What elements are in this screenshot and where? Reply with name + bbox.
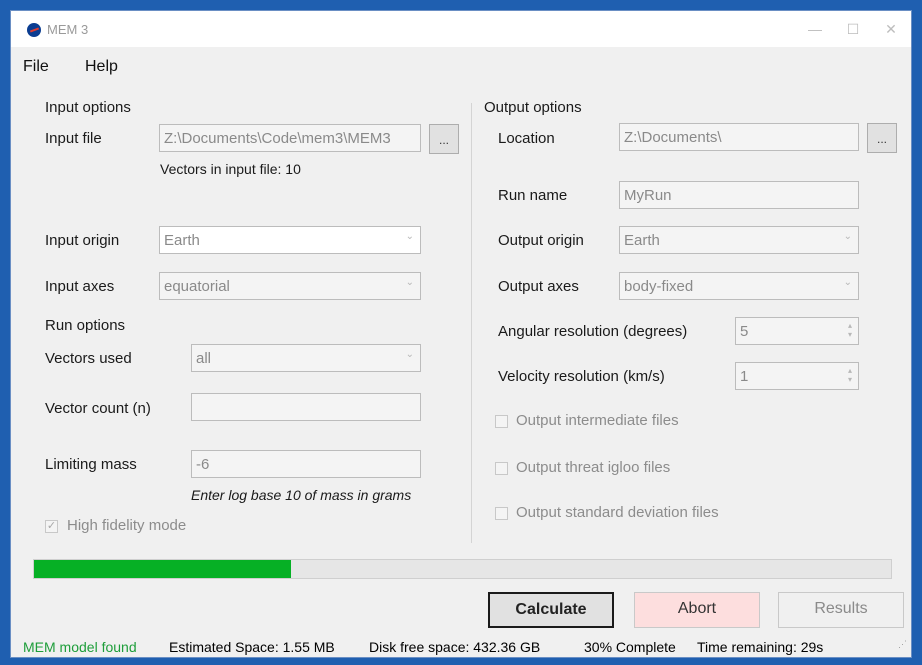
location-field[interactable]: Z:\Documents\ (619, 123, 859, 151)
input-axes-value: equatorial (164, 278, 230, 295)
intermediate-files-checkbox[interactable] (495, 415, 508, 428)
igloo-files-label: Output threat igloo files (516, 459, 671, 476)
input-origin-select[interactable]: Earth ⌄ (159, 226, 421, 254)
input-file-field[interactable]: Z:\Documents\Code\mem3\MEM3 (159, 124, 421, 152)
high-fidelity-label: High fidelity mode (67, 517, 187, 534)
input-axes-select[interactable]: equatorial ⌄ (159, 272, 421, 300)
output-axes-select[interactable]: body-fixed ⌄ (619, 272, 859, 300)
output-origin-label: Output origin (498, 232, 584, 249)
chevron-down-icon: ⌄ (405, 277, 414, 288)
run-options-heading: Run options (45, 317, 126, 334)
run-name-field[interactable]: MyRun (619, 181, 859, 209)
resize-grip-icon[interactable]: ⋰ (898, 639, 907, 650)
vector-count-field[interactable] (191, 393, 421, 421)
location-label: Location (498, 130, 555, 147)
progress-bar (33, 559, 892, 579)
velocity-resolution-value: 1 (740, 368, 749, 385)
progress-fill (34, 560, 292, 578)
input-axes-label: Input axes (45, 278, 115, 295)
nasa-logo-icon (27, 23, 41, 37)
status-model: MEM model found (23, 639, 137, 655)
section-divider (471, 103, 472, 543)
status-bar: MEM model found Estimated Space: 1.55 MB… (11, 635, 911, 657)
input-file-label: Input file (45, 130, 102, 147)
spin-arrows-icon[interactable]: ▴ ▾ (848, 366, 852, 384)
angular-resolution-spinner[interactable]: 5 ▴ ▾ (735, 317, 859, 345)
chevron-down-icon: ⌄ (405, 349, 414, 360)
velocity-resolution-spinner[interactable]: 1 ▴ ▾ (735, 362, 859, 390)
status-space: Estimated Space: 1.55 MB (169, 639, 335, 655)
vector-count-label: Vector count (n) (45, 400, 151, 417)
stddev-files-checkbox[interactable] (495, 507, 508, 520)
abort-button[interactable]: Abort (634, 592, 760, 628)
mass-hint: Enter log base 10 of mass in grams (191, 487, 412, 503)
chevron-down-icon: ⌄ (843, 277, 852, 288)
chevron-down-icon: ⌄ (843, 231, 852, 242)
igloo-files-checkbox[interactable] (495, 462, 508, 475)
intermediate-files-label: Output intermediate files (516, 412, 679, 429)
vectors-used-label: Vectors used (45, 350, 132, 367)
spin-arrows-icon[interactable]: ▴ ▾ (848, 321, 852, 339)
menu-file[interactable]: File (23, 58, 49, 76)
vectors-used-select[interactable]: all ⌄ (191, 344, 421, 372)
output-origin-select[interactable]: Earth ⌄ (619, 226, 859, 254)
location-browse-button[interactable]: ... (867, 123, 897, 153)
output-options-heading: Output options (484, 99, 582, 116)
run-name-label: Run name (498, 187, 568, 204)
input-origin-label: Input origin (45, 232, 120, 249)
input-origin-value: Earth (164, 232, 200, 249)
output-axes-value: body-fixed (624, 278, 694, 295)
menu-bar: File Help (11, 51, 911, 77)
check-icon: ✓ (46, 520, 57, 532)
status-disk: Disk free space: 432.36 GB (369, 639, 541, 655)
title-bar: MEM 3 — ☐ ✕ (11, 11, 911, 47)
close-button[interactable]: ✕ (873, 17, 909, 41)
app-window: MEM 3 — ☐ ✕ File Help Input options Inpu… (10, 10, 912, 658)
limiting-mass-field[interactable]: -6 (191, 450, 421, 478)
high-fidelity-checkbox[interactable]: ✓ (45, 520, 58, 533)
angular-resolution-value: 5 (740, 323, 749, 340)
stddev-files-label: Output standard deviation files (516, 504, 719, 521)
output-origin-value: Earth (624, 232, 660, 249)
angular-resolution-label: Angular resolution (degrees) (498, 323, 688, 340)
calculate-button[interactable]: Calculate (488, 592, 614, 628)
chevron-down-icon: ⌄ (405, 231, 414, 242)
velocity-resolution-label: Velocity resolution (km/s) (498, 368, 665, 385)
maximize-button[interactable]: ☐ (835, 17, 871, 41)
window-title: MEM 3 (47, 22, 89, 37)
minimize-button[interactable]: — (797, 17, 833, 41)
limiting-mass-label: Limiting mass (45, 456, 137, 473)
input-file-browse-button[interactable]: ... (429, 124, 459, 154)
menu-help[interactable]: Help (85, 58, 118, 76)
vectors-info: Vectors in input file: 10 (160, 161, 301, 177)
input-options-heading: Input options (45, 99, 131, 116)
vectors-used-value: all (196, 350, 212, 367)
status-complete: 30% Complete (584, 639, 676, 655)
output-axes-label: Output axes (498, 278, 579, 295)
results-button[interactable]: Results (778, 592, 904, 628)
status-time: Time remaining: 29s (697, 639, 824, 655)
